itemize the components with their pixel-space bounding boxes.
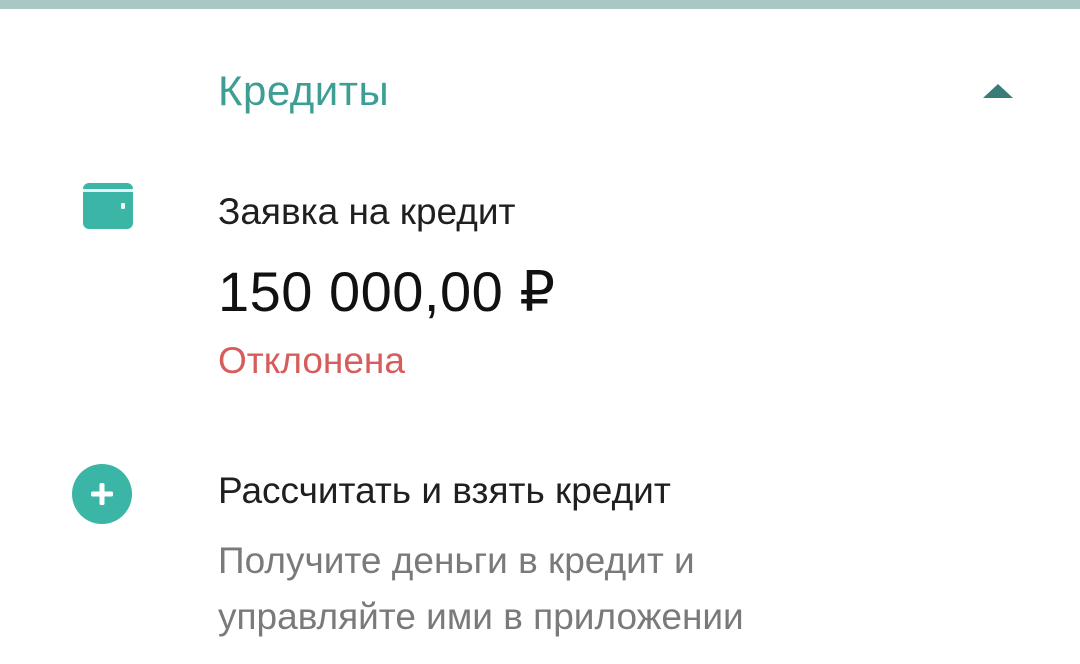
application-status: Отклонена <box>218 340 405 381</box>
wallet-icon <box>83 183 133 229</box>
credit-application-item[interactable]: Заявка на кредит 150 000,00 ₽ Отклонена <box>0 175 1080 395</box>
chevron-up-icon <box>983 84 1013 98</box>
calculate-credit-item[interactable]: Рассчитать и взять кредит Получите деньг… <box>0 455 1080 655</box>
description-line-1: Получите деньги в кредит и <box>218 540 695 581</box>
application-amount: 150 000,00 ₽ <box>218 260 556 323</box>
plus-circle-icon <box>72 464 132 524</box>
collapse-button[interactable] <box>976 76 1020 106</box>
calculate-description: Получите деньги в кредит и управляйте им… <box>218 533 938 645</box>
description-line-2: управляйте ими в приложении <box>218 596 744 637</box>
application-title: Заявка на кредит <box>218 191 516 232</box>
section-title: Кредиты <box>218 67 390 114</box>
calculate-title: Рассчитать и взять кредит <box>218 470 671 511</box>
top-divider <box>0 0 1080 9</box>
credits-section-header[interactable]: Кредиты <box>0 40 1080 150</box>
